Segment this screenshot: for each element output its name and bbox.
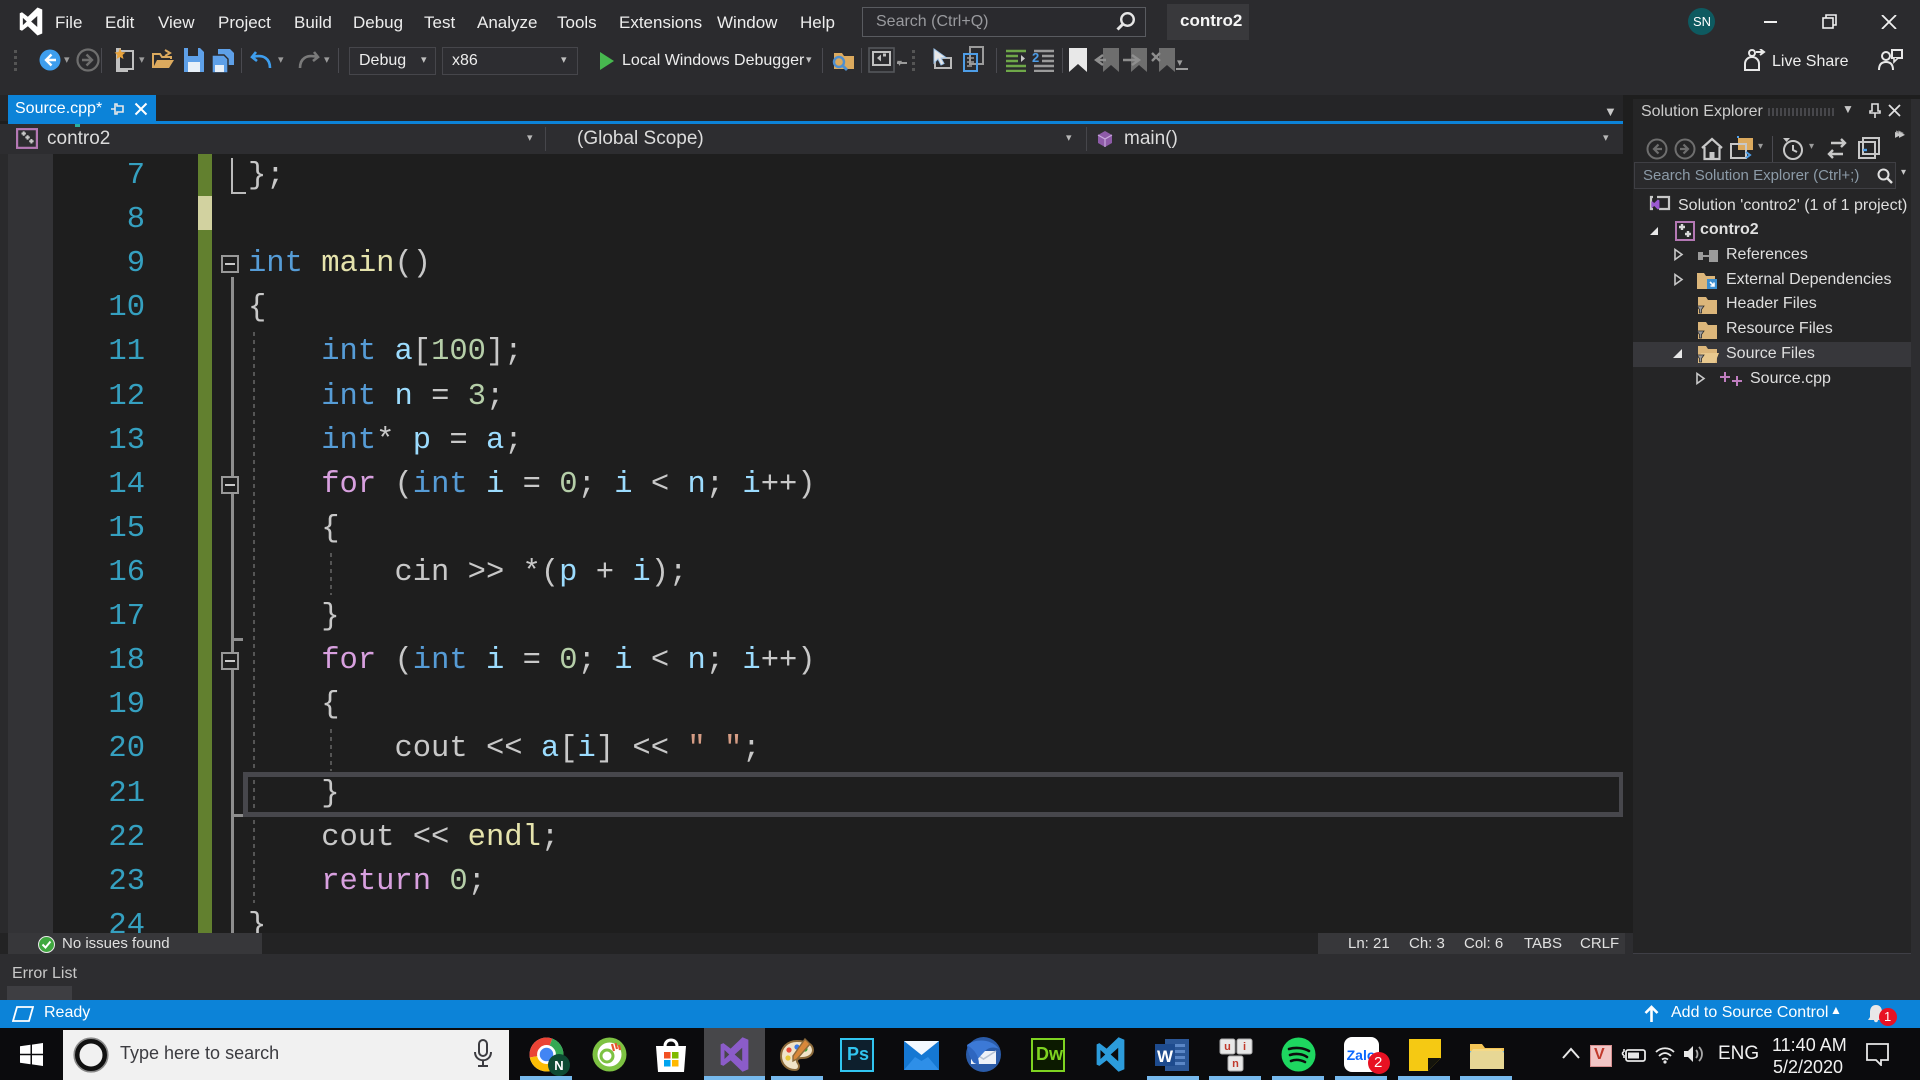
svg-text:W: W bbox=[1157, 1047, 1174, 1066]
svg-text:2: 2 bbox=[1032, 50, 1039, 65]
svg-text:u: u bbox=[1224, 1041, 1231, 1053]
svg-text:n: n bbox=[1232, 1058, 1239, 1070]
svg-text:N: N bbox=[554, 1058, 563, 1073]
svg-text:i: i bbox=[1243, 1041, 1246, 1053]
